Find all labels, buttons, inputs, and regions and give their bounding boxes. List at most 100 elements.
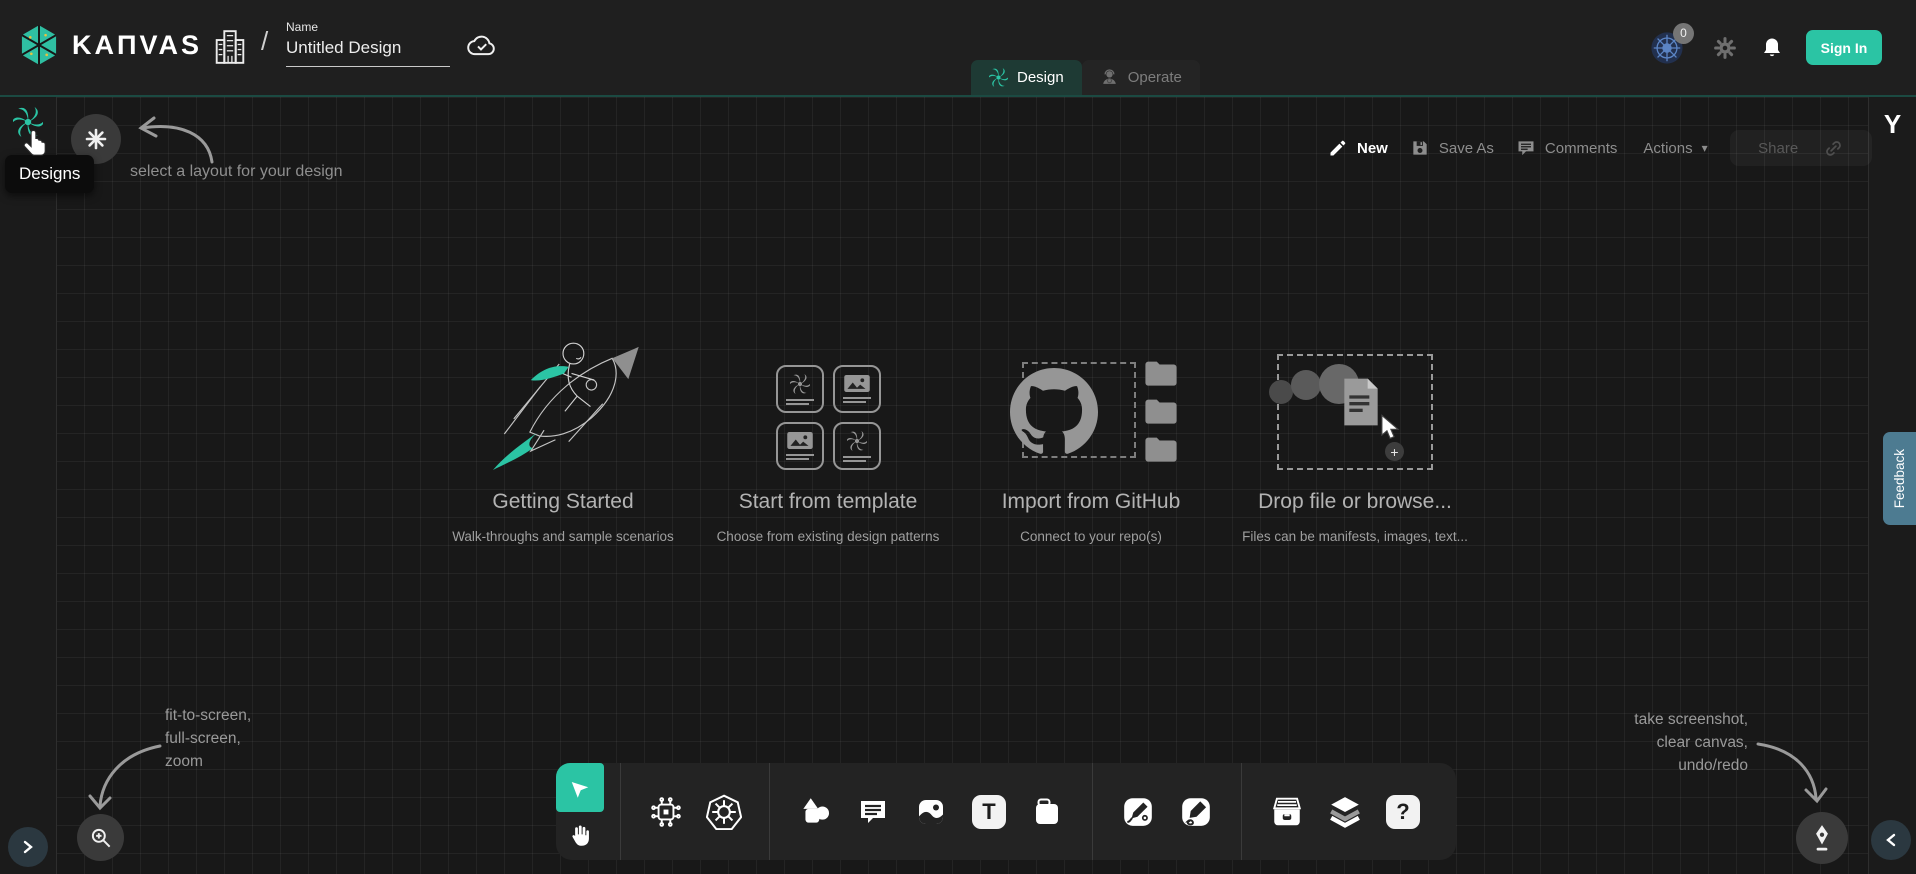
save-floppy-icon [1410,138,1430,158]
organization-icon[interactable] [213,28,247,66]
image-tool[interactable] [911,792,951,832]
option-subtitle: Walk-throughs and sample scenarios [452,529,674,544]
layers-tool[interactable] [1325,792,1365,832]
freehand-draw-tool[interactable] [1176,792,1216,832]
github-illustration [1006,358,1176,470]
tab-operate[interactable]: Operate [1082,60,1200,95]
share-label: Share [1758,140,1798,157]
repo-folder-icon [1144,398,1178,424]
feedback-tab[interactable]: Feedback [1883,432,1916,525]
pan-hand-tool[interactable] [556,812,604,860]
settings-gear-icon[interactable] [1712,35,1738,61]
tab-operate-label: Operate [1128,69,1182,86]
avatar[interactable]: 0 [1650,31,1690,65]
logo-text: KAΠVAS [72,30,202,61]
layout-hint-arrow [128,110,223,170]
document-icon [1341,378,1381,426]
actions-label: Actions [1643,140,1692,157]
pencil-new-icon [1328,138,1348,158]
note-tool[interactable] [1027,792,1067,832]
comment-tool[interactable] [853,792,893,832]
option-drop-file[interactable]: + Drop file or browse... Files can be ma… [1224,328,1486,544]
pen-nib-icon [1809,824,1835,852]
hand-icon [567,823,593,849]
rocket-sketch-illustration [473,328,653,470]
zoom-in-button[interactable] [77,814,124,861]
drawer-tool[interactable] [1267,792,1307,832]
chip-circuit-icon [649,795,683,829]
kanvas-logo[interactable]: KAΠVAS [16,22,202,68]
chevron-down-icon: ▾ [1702,141,1708,155]
option-title: Start from template [739,490,918,514]
layout-hint-text: select a layout for your design [130,163,343,181]
comments-icon [1516,138,1536,158]
kubernetes-tool[interactable] [704,792,744,832]
kanvas-hexagon-icon [16,22,62,68]
help-tool[interactable]: ? [1383,792,1423,832]
bottom-toolbar-dock: T [556,763,1456,860]
tab-design-label: Design [1017,69,1064,86]
hand-pointer-cursor-icon [22,128,52,162]
save-as-label: Save As [1439,140,1494,157]
option-title: Drop file or browse... [1258,490,1452,514]
design-name-block: Name [286,20,450,67]
mode-tabs: Design Operate [971,60,1200,95]
layers-icon [1328,795,1362,829]
help-glyph: ? [1386,795,1420,829]
option-subtitle: Files can be manifests, images, text... [1242,529,1468,544]
expand-left-panel-button[interactable] [8,827,48,867]
comments-label: Comments [1545,140,1618,157]
name-label: Name [286,20,450,34]
repo-folder-icon [1144,436,1178,462]
shapes-icon [798,795,832,829]
tab-design[interactable]: Design [971,60,1082,95]
layer5-logo-glyph: Y [1879,109,1907,140]
save-as-button[interactable]: Save As [1410,138,1494,158]
share-link-icon [1824,139,1843,158]
comment-icon [857,796,889,828]
option-title: Getting Started [492,490,633,514]
zoom-controls-hint: fit-to-screen, full-screen, zoom [165,704,251,773]
sticky-note-icon [1031,796,1063,828]
template-grid-illustration [776,328,881,470]
feedback-label: Feedback [1892,449,1907,508]
github-octocat-icon [1010,368,1098,456]
pen-path-tool[interactable] [1118,792,1158,832]
option-getting-started[interactable]: Getting Started Walk-throughs and sample… [432,328,694,544]
text-tool[interactable]: T [969,792,1009,832]
cloud-saved-icon [466,32,498,58]
image-icon [915,796,947,828]
pen-path-icon [1121,795,1155,829]
magnifier-plus-icon [88,825,114,851]
drawer-archive-icon [1270,795,1304,829]
drop-file-dashed-zone[interactable]: + [1277,354,1433,470]
zoom-hint-arrow [86,738,166,818]
select-cursor-tool[interactable] [556,763,604,812]
collapse-right-panel-button[interactable] [1871,820,1911,860]
whiteboard-pen-button[interactable] [1796,812,1848,864]
sign-in-button[interactable]: Sign In [1806,30,1882,65]
screenshot-hint-arrow [1752,736,1832,811]
share-button[interactable]: Share [1730,130,1872,166]
component-shapes-tool[interactable] [646,792,686,832]
option-title: Import from GitHub [1002,490,1181,514]
breadcrumb-separator: / [261,26,268,57]
new-button[interactable]: New [1328,138,1388,158]
arrow-cursor-icon [1379,414,1403,442]
option-start-from-template[interactable]: Start from template Choose from existing… [697,328,959,544]
operate-person-icon [1100,68,1119,87]
notifications-bell-icon[interactable] [1760,35,1784,61]
comments-button[interactable]: Comments [1516,138,1618,158]
canvas-tools-hint: take screenshot, clear canvas, undo/redo [1634,708,1748,777]
cursor-arrow-icon [568,776,592,800]
kubernetes-helm-icon [706,794,742,830]
header-right-cluster: 0 [1650,0,1882,95]
shapes-tool[interactable] [795,792,835,832]
actions-dropdown[interactable]: Actions ▾ [1643,140,1707,157]
option-import-from-github[interactable]: Import from GitHub Connect to your repo(… [960,328,1222,544]
left-rail [0,97,57,874]
notification-count-badge: 0 [1673,23,1694,44]
design-name-input[interactable] [286,34,450,67]
text-tool-glyph: T [972,795,1006,829]
canvas-actions-bar: New Save As Comments Actions ▾ Share [1328,131,1872,165]
